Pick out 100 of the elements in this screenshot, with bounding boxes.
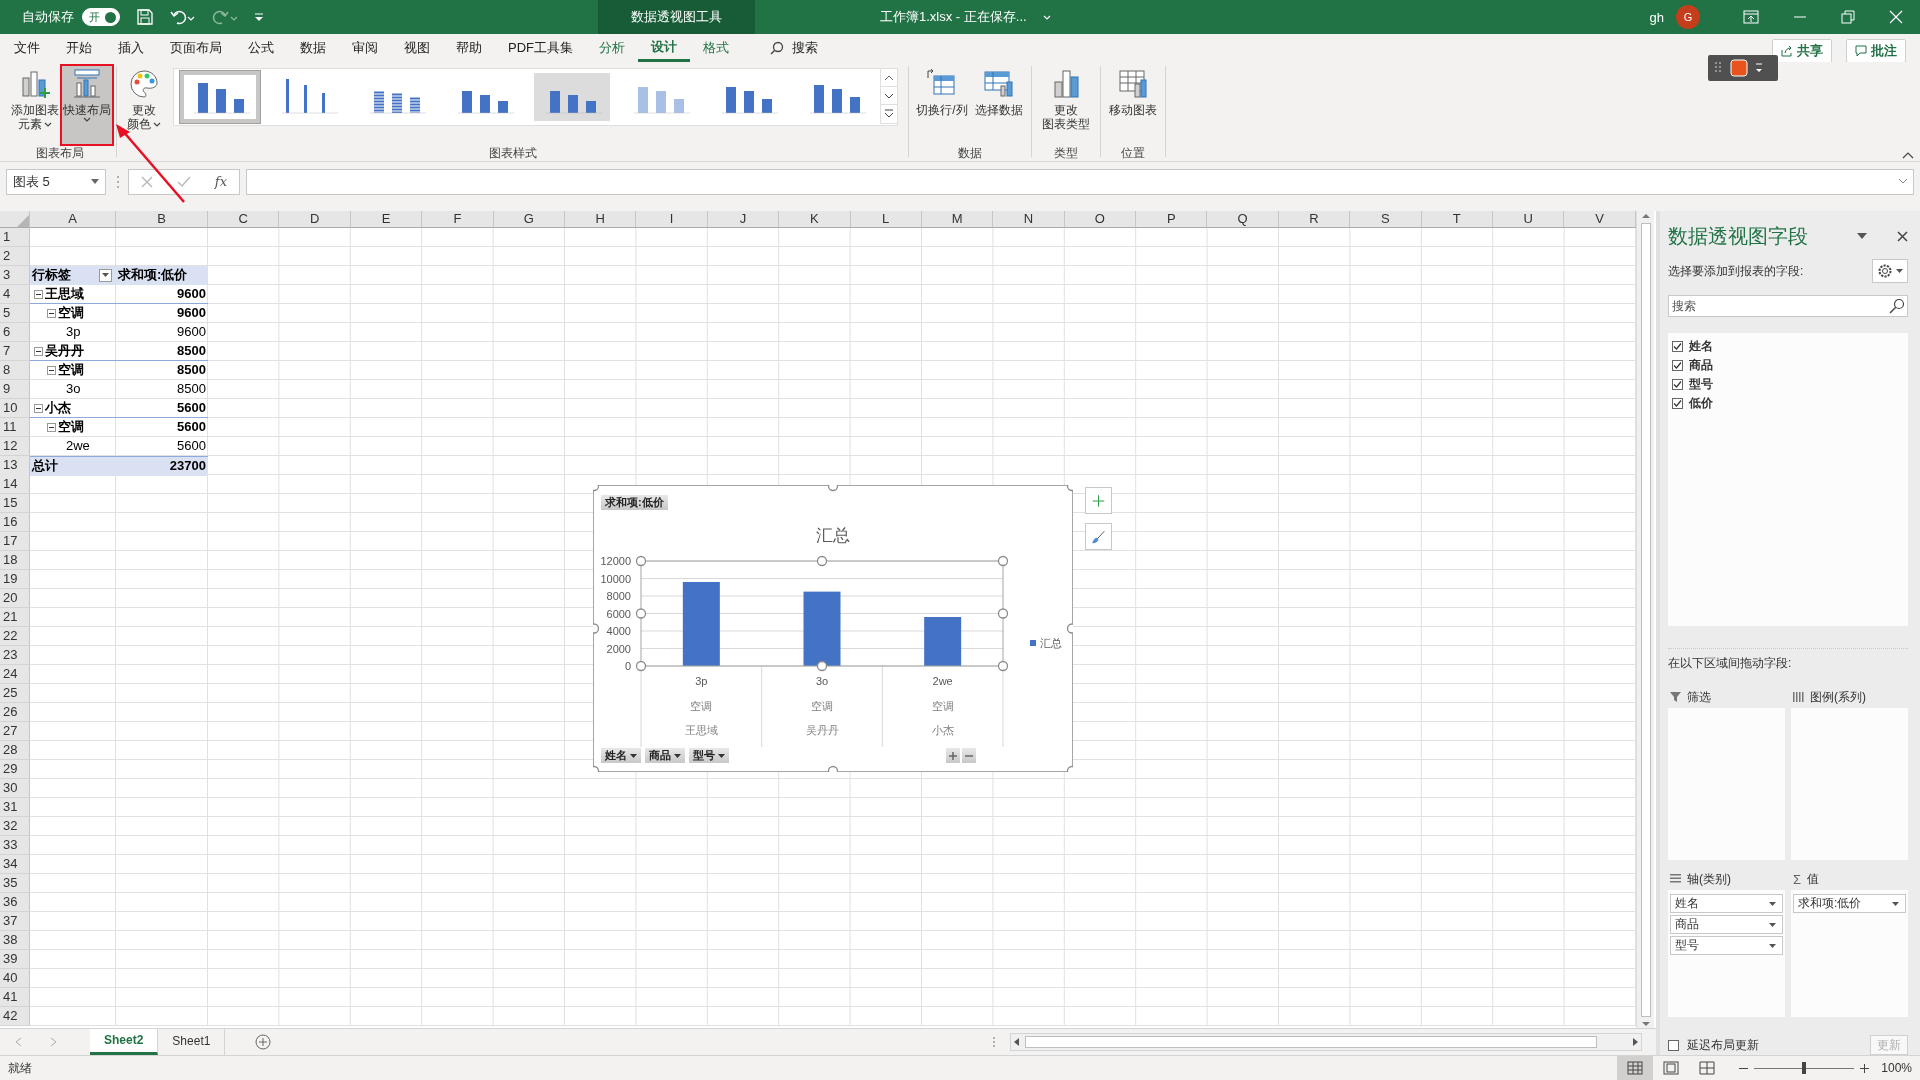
- row-header[interactable]: 1: [0, 228, 30, 247]
- column-header[interactable]: Q: [1207, 211, 1279, 228]
- ribbon-button[interactable]: 切换行/列: [913, 66, 971, 144]
- menu-tab[interactable]: 开始: [53, 34, 105, 62]
- collapse-icon[interactable]: [47, 308, 56, 318]
- share-button[interactable]: 共享: [1772, 39, 1832, 63]
- resize-handle[interactable]: [816, 555, 828, 567]
- resize-handle[interactable]: [827, 485, 839, 492]
- defer-checkbox[interactable]: [1668, 1039, 1679, 1051]
- column-header[interactable]: E: [350, 211, 423, 228]
- search-field[interactable]: 搜索: [1668, 295, 1908, 317]
- axis-field-button[interactable]: 型号: [689, 748, 729, 763]
- collapse-icon[interactable]: [34, 289, 43, 299]
- area-field-item[interactable]: 姓名: [1670, 894, 1783, 913]
- ribbon-button[interactable]: 移动图表: [1105, 66, 1161, 144]
- column-header[interactable]: R: [1278, 211, 1351, 228]
- row-header[interactable]: 6: [0, 323, 30, 342]
- ribbon-button[interactable]: 更改 图表类型: [1036, 66, 1096, 144]
- resize-handle[interactable]: [997, 608, 1009, 619]
- column-header[interactable]: M: [921, 211, 994, 228]
- row-header[interactable]: 5: [0, 304, 30, 323]
- column-header[interactable]: P: [1136, 211, 1208, 228]
- row-header[interactable]: 16: [0, 513, 30, 532]
- row-header[interactable]: 17: [0, 532, 30, 551]
- collapse-icon[interactable]: [34, 403, 43, 413]
- row-header[interactable]: 11: [0, 418, 30, 437]
- ime-toolbar[interactable]: [1708, 55, 1778, 81]
- save-icon[interactable]: [136, 8, 154, 26]
- caret-icon[interactable]: [1042, 14, 1051, 20]
- expand-button[interactable]: [946, 748, 960, 763]
- field-label[interactable]: 低价: [1689, 395, 1713, 412]
- column-header[interactable]: I: [636, 211, 708, 228]
- field-checkbox[interactable]: [1672, 360, 1683, 371]
- row-header[interactable]: 22: [0, 627, 30, 646]
- resize-handle[interactable]: [997, 555, 1009, 567]
- column-header[interactable]: G: [493, 211, 565, 228]
- row-header[interactable]: 38: [0, 931, 30, 950]
- row-header[interactable]: 33: [0, 836, 30, 855]
- column-header[interactable]: C: [208, 211, 280, 228]
- column-header[interactable]: B: [116, 211, 208, 228]
- row-header[interactable]: 26: [0, 703, 30, 722]
- menu-tab[interactable]: 格式: [690, 34, 742, 62]
- column-header[interactable]: D: [279, 211, 351, 228]
- row-header[interactable]: 42: [0, 1007, 30, 1026]
- add-sheet-icon[interactable]: [255, 1034, 272, 1050]
- ribbon-button[interactable]: 添加图表 元素: [8, 66, 62, 144]
- row-header[interactable]: 15: [0, 494, 30, 513]
- row-header[interactable]: 23: [0, 646, 30, 665]
- column-header[interactable]: J: [707, 211, 780, 228]
- resize-handle[interactable]: [997, 660, 1009, 672]
- field-checkbox[interactable]: [1672, 379, 1683, 390]
- row-header[interactable]: 35: [0, 874, 30, 893]
- collapse-icon[interactable]: [47, 422, 56, 432]
- zoom-slider[interactable]: [1754, 1062, 1855, 1074]
- row-header[interactable]: 8: [0, 361, 30, 380]
- resize-handle[interactable]: [1066, 623, 1073, 634]
- chart-style-thumbnail[interactable]: [180, 71, 260, 123]
- collapse-ribbon-icon[interactable]: [1902, 151, 1914, 159]
- row-header[interactable]: 40: [0, 969, 30, 988]
- row-header[interactable]: 37: [0, 912, 30, 931]
- area-field-item[interactable]: 求和项:低价: [1793, 894, 1906, 913]
- column-header[interactable]: S: [1350, 211, 1422, 228]
- undo-icon[interactable]: [170, 8, 196, 26]
- resize-handle[interactable]: [1066, 765, 1073, 772]
- row-header[interactable]: 10: [0, 399, 30, 418]
- row-header[interactable]: 25: [0, 684, 30, 703]
- row-header[interactable]: 14: [0, 475, 30, 494]
- filter-dropdown-button[interactable]: [99, 268, 112, 282]
- column-header[interactable]: V: [1564, 211, 1636, 228]
- column-header[interactable]: L: [850, 211, 922, 228]
- scrollbar-thumb[interactable]: [1640, 223, 1651, 1017]
- row-header[interactable]: 28: [0, 741, 30, 760]
- row-header[interactable]: 21: [0, 608, 30, 627]
- ribbon-button[interactable]: 选择数据: [971, 66, 1027, 144]
- column-header[interactable]: H: [564, 211, 637, 228]
- comments-button[interactable]: 批注: [1846, 39, 1906, 63]
- row-header[interactable]: 2: [0, 247, 30, 266]
- menu-tab[interactable]: PDF工具集: [495, 34, 586, 62]
- user-avatar[interactable]: G: [1676, 5, 1700, 29]
- customize-icon[interactable]: [254, 12, 264, 22]
- row-header[interactable]: 27: [0, 722, 30, 741]
- search-button[interactable]: 搜索: [770, 34, 818, 62]
- row-header[interactable]: 30: [0, 779, 30, 798]
- restore-icon[interactable]: [1841, 10, 1855, 24]
- pane-menu-icon[interactable]: [1857, 233, 1867, 239]
- row-header[interactable]: 18: [0, 551, 30, 570]
- resize-handle[interactable]: [593, 765, 600, 772]
- ribbon-button[interactable]: 快速布局: [62, 66, 112, 144]
- column-header[interactable]: T: [1421, 211, 1494, 228]
- chart-style-thumbnail[interactable]: [532, 71, 612, 123]
- row-header[interactable]: 32: [0, 817, 30, 836]
- row-header[interactable]: 19: [0, 570, 30, 589]
- menu-tab[interactable]: 文件: [1, 34, 53, 62]
- field-checkbox[interactable]: [1672, 341, 1683, 352]
- ribbon-button[interactable]: 更改 颜色: [121, 66, 167, 144]
- resize-handle[interactable]: [635, 555, 647, 567]
- formula-field[interactable]: [246, 168, 1914, 195]
- menu-tab[interactable]: 分析: [586, 34, 638, 62]
- chart-area[interactable]: [593, 485, 1073, 772]
- area-field-item[interactable]: 商品: [1670, 915, 1783, 934]
